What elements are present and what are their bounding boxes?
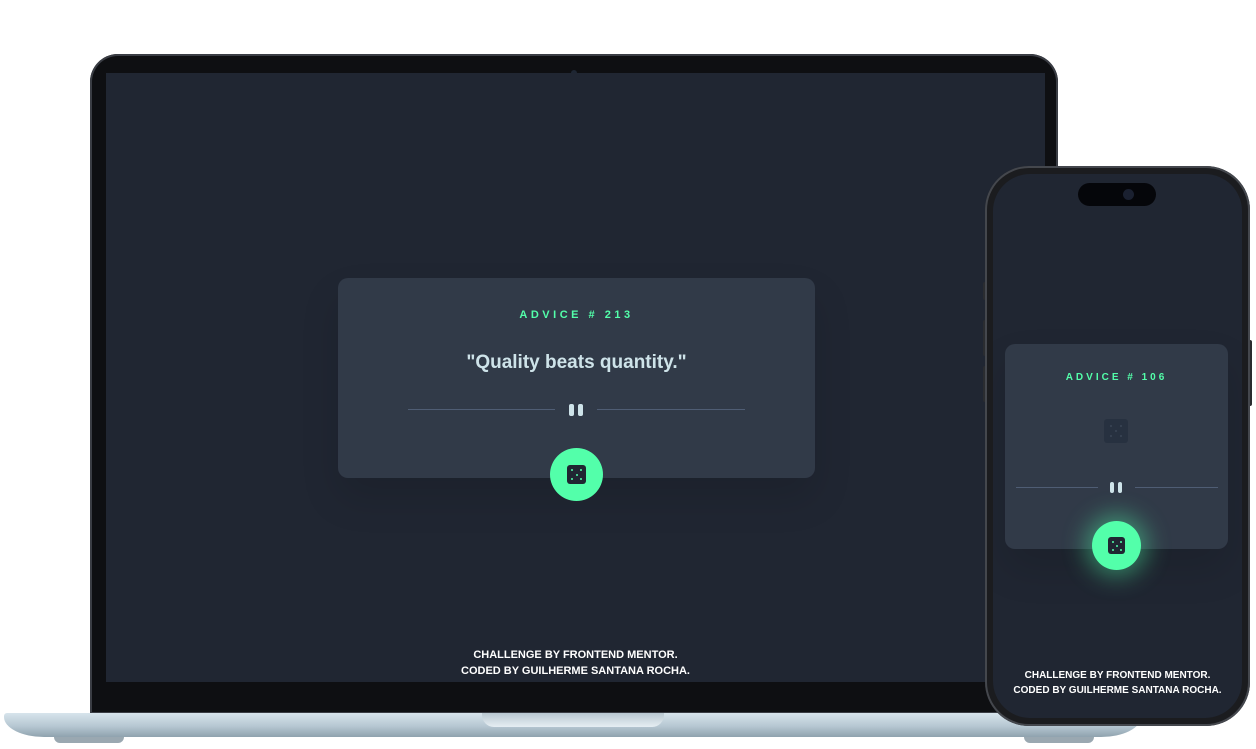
laptop-screen: ADVICE # 213 "Quality beats quantity." C… xyxy=(106,73,1045,682)
divider-line-right xyxy=(597,409,745,410)
advice-quote: "Quality beats quantity." xyxy=(466,352,687,373)
dice-loading-icon xyxy=(1104,419,1128,443)
laptop-foot-right xyxy=(1024,737,1094,743)
attribution-line-2: CODED BY GUILHERME SANTANA ROCHA. xyxy=(461,665,690,677)
phone-screen: ADVICE # 106 CHALLENGE BY FRONTEND MENTO… xyxy=(993,174,1242,718)
attribution-line-1: CHALLENGE BY FRONTEND MENTOR. xyxy=(473,649,678,661)
advice-id: ADVICE # 106 xyxy=(1065,372,1168,383)
laptop-base-notch xyxy=(482,713,664,727)
dynamic-island xyxy=(1078,183,1156,206)
dice-icon xyxy=(567,465,586,484)
attribution-footer: CHALLENGE BY FRONTEND MENTOR. CODED BY G… xyxy=(993,668,1242,698)
divider-line-right xyxy=(1135,487,1218,488)
attribution-line-2: CODED BY GUILHERME SANTANA ROCHA. xyxy=(1013,685,1222,696)
laptop-foot-left xyxy=(54,737,124,743)
pause-icon xyxy=(569,404,583,416)
attribution-line-1: CHALLENGE BY FRONTEND MENTOR. xyxy=(1024,670,1211,681)
advice-card-mobile: ADVICE # 106 xyxy=(1005,344,1228,549)
generate-advice-button[interactable] xyxy=(1092,521,1141,570)
front-camera xyxy=(1123,189,1134,200)
divider-line-left xyxy=(1016,487,1098,488)
device-mockup-stage: ADVICE # 213 "Quality beats quantity." C… xyxy=(0,0,1256,749)
pause-icon xyxy=(1110,482,1122,493)
advice-id: ADVICE # 213 xyxy=(519,309,634,321)
generate-advice-button[interactable] xyxy=(550,448,603,501)
dice-icon xyxy=(1108,537,1125,554)
divider-line-left xyxy=(408,409,555,410)
attribution-footer: CHALLENGE BY FRONTEND MENTOR. CODED BY G… xyxy=(106,647,1045,679)
